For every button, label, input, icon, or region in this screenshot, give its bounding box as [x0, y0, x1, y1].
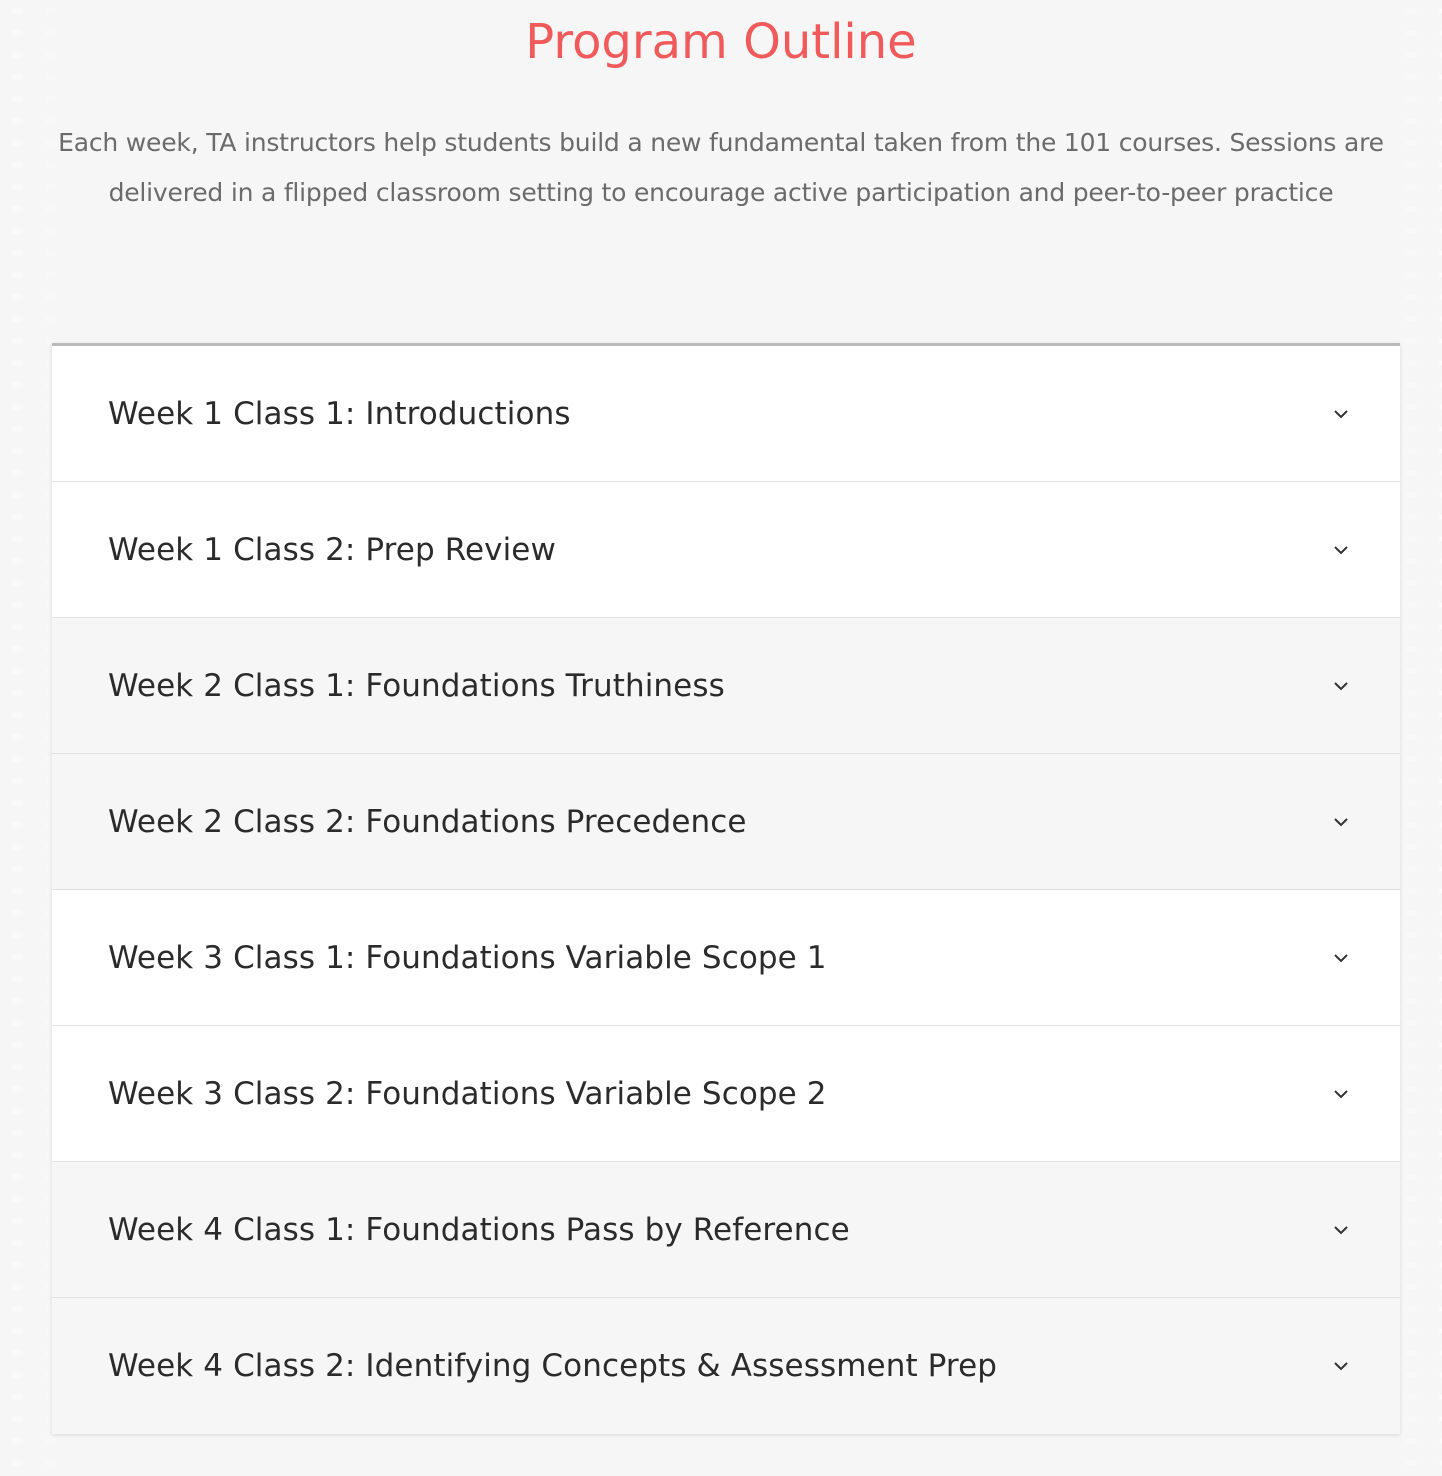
- accordion-item-label: Week 3 Class 2: Foundations Variable Sco…: [108, 1075, 827, 1112]
- accordion-item-label: Week 4 Class 1: Foundations Pass by Refe…: [108, 1211, 850, 1248]
- accordion-item-week4-class2[interactable]: Week 4 Class 2: Identifying Concepts & A…: [52, 1298, 1400, 1434]
- chevron-down-icon[interactable]: [1330, 675, 1352, 697]
- accordion-item-label: Week 1 Class 2: Prep Review: [108, 531, 556, 568]
- accordion-item-week2-class1[interactable]: Week 2 Class 1: Foundations Truthiness: [52, 618, 1400, 754]
- program-outline-page: Program Outline Each week, TA instructor…: [0, 0, 1442, 1476]
- chevron-down-icon[interactable]: [1330, 1219, 1352, 1241]
- chevron-down-icon[interactable]: [1330, 811, 1352, 833]
- chevron-down-icon[interactable]: [1330, 1083, 1352, 1105]
- accordion-item-week1-class1[interactable]: Week 1 Class 1: Introductions: [52, 346, 1400, 482]
- accordion-item-label: Week 2 Class 1: Foundations Truthiness: [108, 667, 725, 704]
- accordion-item-week1-class2[interactable]: Week 1 Class 2: Prep Review: [52, 482, 1400, 618]
- intro-line-2: delivered in a flipped classroom setting…: [108, 178, 1334, 207]
- page-intro: Each week, TA instructors help students …: [30, 118, 1412, 218]
- accordion-item-label: Week 3 Class 1: Foundations Variable Sco…: [108, 939, 827, 976]
- accordion-item-week4-class1[interactable]: Week 4 Class 1: Foundations Pass by Refe…: [52, 1162, 1400, 1298]
- page-title: Program Outline: [525, 14, 917, 70]
- chevron-down-icon[interactable]: [1330, 539, 1352, 561]
- chevron-down-icon[interactable]: [1330, 1355, 1352, 1377]
- accordion-item-week3-class2[interactable]: Week 3 Class 2: Foundations Variable Sco…: [52, 1026, 1400, 1162]
- accordion-item-week3-class1[interactable]: Week 3 Class 1: Foundations Variable Sco…: [52, 890, 1400, 1026]
- chevron-down-icon[interactable]: [1330, 403, 1352, 425]
- chevron-down-icon[interactable]: [1330, 947, 1352, 969]
- intro-line-1: Each week, TA instructors help students …: [58, 128, 1384, 157]
- accordion-item-label: Week 1 Class 1: Introductions: [108, 395, 571, 432]
- accordion-item-label: Week 4 Class 2: Identifying Concepts & A…: [108, 1348, 998, 1384]
- accordion-item-week2-class2[interactable]: Week 2 Class 2: Foundations Precedence: [52, 754, 1400, 890]
- accordion-item-label: Week 2 Class 2: Foundations Precedence: [108, 803, 747, 840]
- program-accordion: Week 1 Class 1: Introductions Week 1 Cla…: [52, 343, 1400, 1434]
